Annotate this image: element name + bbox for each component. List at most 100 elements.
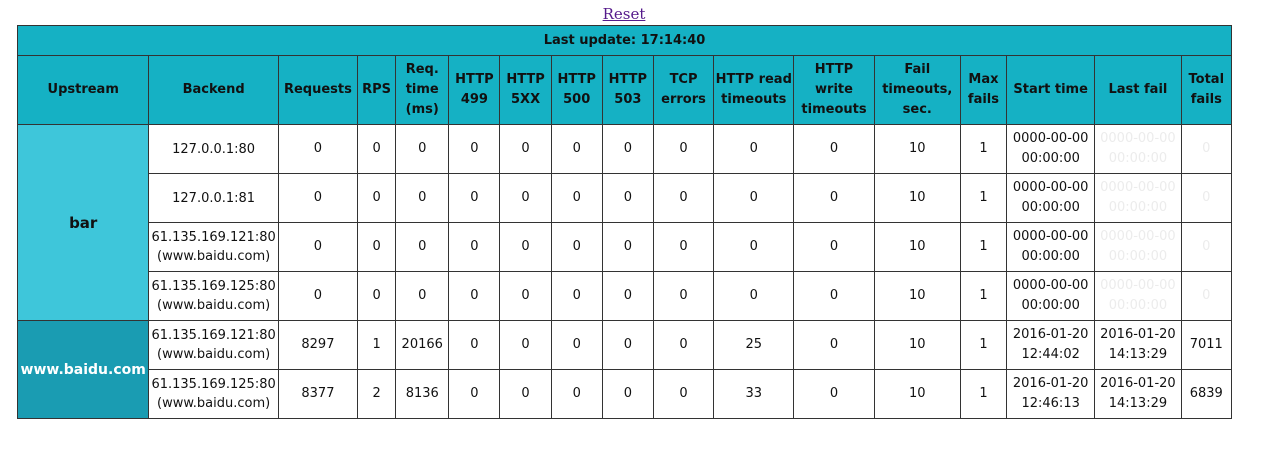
column-header-last-fail: Last fail	[1094, 55, 1182, 125]
cell-http-5xx: 0	[499, 320, 552, 370]
cell-write-timeouts: 0	[793, 173, 875, 223]
cell-tcp-errors: 0	[652, 124, 715, 174]
cell-read-timeouts: 0	[713, 271, 795, 321]
cell-http-499: 0	[448, 369, 501, 419]
cell-fail-timeouts: 10	[873, 271, 961, 321]
cell-http-500: 0	[550, 173, 603, 223]
cell-req-time: 0	[395, 222, 450, 272]
cell-start-time: 0000-00-00 00:00:00	[1006, 222, 1096, 272]
cell-requests: 0	[277, 271, 359, 321]
column-header-http-write-timeouts: HTTP write timeouts	[793, 55, 875, 125]
column-header-total-fails: Total fails	[1180, 55, 1233, 125]
cell-fail-timeouts: 10	[873, 222, 961, 272]
cell-http-500: 0	[550, 369, 603, 419]
cell-start-time: 0000-00-00 00:00:00	[1006, 124, 1096, 174]
cell-write-timeouts: 0	[793, 124, 875, 174]
cell-http-499: 0	[448, 173, 501, 223]
cell-start-time: 0000-00-00 00:00:00	[1006, 271, 1096, 321]
reset-container: Reset	[0, 4, 1248, 23]
cell-http-503: 0	[601, 222, 654, 272]
cell-write-timeouts: 0	[793, 369, 875, 419]
header-row: Upstream Backend Requests RPS Req. time (ms)…	[16, 55, 1233, 125]
cell-req-time: 20166	[395, 320, 450, 370]
column-header-fail-timeouts: Fail timeouts, sec.	[873, 55, 961, 125]
cell-read-timeouts: 33	[713, 369, 795, 419]
table-row: 127.0.0.1:81 0 0 0 0 0 0 0 0 0 0 10 1 0000-00-00 00:0…	[18, 173, 1233, 223]
table-row: www.baidu.com 61.135.169.121:80 (www.baid…	[16, 320, 1233, 419]
table-body: bar 127.0.0.1:80 0 0 0 0 0 0 0 0 0 0 10 1 0000-00-00 0…	[16, 124, 1233, 419]
cell-last-fail: 0000-00-00 00:00:00	[1094, 173, 1182, 223]
cell-total-fails: 0	[1180, 271, 1233, 321]
cell-last-fail: 0000-00-00 00:00:00	[1094, 222, 1182, 272]
cell-requests: 8297	[277, 320, 359, 370]
cell-backend: 61.135.169.125:80 (www.baidu.com)	[148, 271, 279, 321]
cell-tcp-errors: 0	[652, 222, 715, 272]
cell-last-fail: 2016-01-20 14:13:29	[1094, 369, 1182, 419]
column-header-http-500: HTTP 500	[550, 55, 603, 125]
cell-backend: 61.135.169.121:80 (www.baidu.com)	[148, 222, 279, 272]
column-header-max-fails: Max fails	[959, 55, 1008, 125]
cell-http-500: 0	[550, 222, 603, 272]
cell-http-503: 0	[601, 173, 654, 223]
cell-fail-timeouts: 10	[873, 124, 961, 174]
cell-tcp-errors: 0	[652, 320, 715, 370]
cell-tcp-errors: 0	[652, 271, 715, 321]
cell-max-fails: 1	[959, 369, 1008, 419]
column-header-http-499: HTTP 499	[448, 55, 501, 125]
cell-last-fail: 2016-01-20 14:13:29	[1094, 320, 1182, 370]
cell-max-fails: 1	[959, 320, 1008, 370]
cell-rps: 0	[357, 173, 397, 223]
column-header-http-503: HTTP 503	[601, 55, 654, 125]
cell-fail-timeouts: 10	[873, 173, 961, 223]
cell-backend: 127.0.0.1:80	[148, 124, 279, 174]
cell-read-timeouts: 0	[713, 173, 795, 223]
cell-http-499: 0	[448, 124, 501, 174]
cell-tcp-errors: 0	[652, 173, 715, 223]
cell-rps: 0	[357, 222, 397, 272]
cell-http-499: 0	[448, 271, 501, 321]
cell-backend: 61.135.169.121:80 (www.baidu.com)	[148, 320, 279, 370]
cell-rps: 1	[357, 320, 397, 370]
cell-max-fails: 1	[959, 271, 1008, 321]
cell-backend: 127.0.0.1:81	[148, 173, 279, 223]
cell-fail-timeouts: 10	[873, 369, 961, 419]
cell-start-time: 2016-01-20 12:46:13	[1006, 369, 1096, 419]
cell-max-fails: 1	[959, 173, 1008, 223]
cell-write-timeouts: 0	[793, 222, 875, 272]
cell-total-fails: 0	[1180, 173, 1233, 223]
cell-total-fails: 0	[1180, 124, 1233, 174]
last-update-title: Last update: 17:14:40	[17, 25, 1232, 56]
table-row: 61.135.169.125:80 (www.baidu.com) 0 0 0 0 0 0 0…	[18, 271, 1233, 321]
upstream-name-cell: www.baidu.com	[16, 320, 150, 419]
column-header-tcp-errors: TCP errors	[652, 55, 715, 125]
column-header-http-5xx: HTTP 5XX	[499, 55, 552, 125]
upstream-status-table: Last update: 17:14:40 Upstream Backend Req…	[16, 25, 1233, 419]
cell-requests: 8377	[277, 369, 359, 419]
column-header-upstream: Upstream	[16, 55, 150, 125]
cell-http-499: 0	[448, 320, 501, 370]
cell-http-500: 0	[550, 271, 603, 321]
cell-start-time: 0000-00-00 00:00:00	[1006, 173, 1096, 223]
cell-http-5xx: 0	[499, 124, 552, 174]
table-row: 61.135.169.125:80 (www.baidu.com) 8377 2 81…	[18, 369, 1233, 419]
reset-link[interactable]: Reset	[603, 5, 646, 23]
cell-http-503: 0	[601, 271, 654, 321]
cell-http-500: 0	[550, 320, 603, 370]
cell-req-time: 8136	[395, 369, 450, 419]
cell-max-fails: 1	[959, 124, 1008, 174]
table-row: 61.135.169.121:80 (www.baidu.com) 0 0 0 0 0 0 0…	[18, 222, 1233, 272]
cell-write-timeouts: 0	[793, 320, 875, 370]
cell-max-fails: 1	[959, 222, 1008, 272]
table-row: bar 127.0.0.1:80 0 0 0 0 0 0 0 0 0 0 10 1 0000-00-00 0…	[16, 124, 1233, 321]
cell-http-499: 0	[448, 222, 501, 272]
cell-http-5xx: 0	[499, 271, 552, 321]
cell-backend: 61.135.169.125:80 (www.baidu.com)	[148, 369, 279, 419]
cell-http-503: 0	[601, 124, 654, 174]
cell-last-fail: 0000-00-00 00:00:00	[1094, 124, 1182, 174]
cell-start-time: 2016-01-20 12:44:02	[1006, 320, 1096, 370]
cell-total-fails: 6839	[1180, 369, 1233, 419]
cell-requests: 0	[277, 173, 359, 223]
cell-http-5xx: 0	[499, 173, 552, 223]
cell-tcp-errors: 0	[652, 369, 715, 419]
cell-fail-timeouts: 10	[873, 320, 961, 370]
